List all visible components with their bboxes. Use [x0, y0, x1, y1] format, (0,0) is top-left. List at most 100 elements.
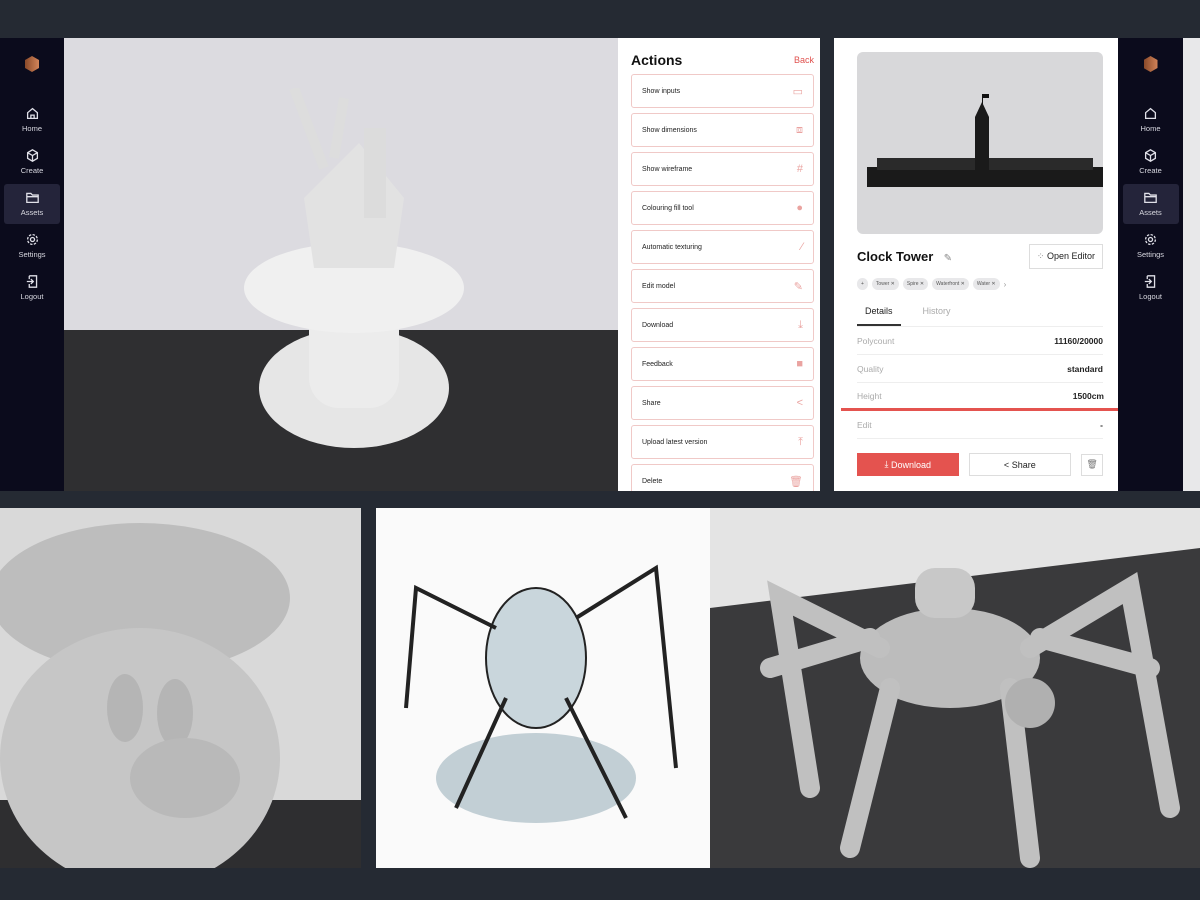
- nav-label: Create: [20, 166, 44, 175]
- action-show-wireframe[interactable]: Show wireframe #: [631, 152, 814, 186]
- pencil-icon: ✎: [793, 280, 803, 293]
- row-value: standard: [1067, 363, 1103, 374]
- dimensions-icon: ⧈: [796, 123, 803, 136]
- treehouse-model: [244, 88, 464, 448]
- download-icon: ⤓: [798, 318, 803, 331]
- action-share[interactable]: Share <: [631, 386, 814, 420]
- nav-label: Assets: [1139, 208, 1162, 217]
- share-icon: <: [796, 397, 803, 409]
- nav-label: Settings: [1136, 250, 1165, 259]
- logout-icon: [26, 275, 37, 288]
- share-button[interactable]: < Share: [968, 453, 1072, 476]
- sidebar-item-logout[interactable]: Logout: [4, 268, 60, 308]
- logo: [25, 56, 39, 72]
- details-table: Polycount 11160/20000 Quality standard Hei…: [841, 327, 1119, 439]
- action-label: Show dimensions: [642, 126, 697, 134]
- action-edit-model[interactable]: Edit model ✎: [631, 269, 814, 303]
- action-upload-latest-version[interactable]: Upload latest version ⤒: [631, 425, 814, 459]
- cube-icon: [26, 149, 38, 162]
- edit-title-icon[interactable]: ✎: [944, 253, 952, 264]
- sidebar-item-assets[interactable]: Assets: [1122, 184, 1179, 224]
- nav-label: Home: [1140, 124, 1161, 133]
- sidebar-item-logout[interactable]: Logout: [1123, 268, 1179, 308]
- sidebar-item-home[interactable]: Home: [1123, 100, 1179, 140]
- tab-details[interactable]: Details: [857, 302, 901, 326]
- share-icon: <: [1003, 459, 1012, 470]
- back-link[interactable]: Back: [794, 55, 814, 65]
- logout-icon: [1144, 275, 1156, 288]
- home-icon: [26, 107, 38, 120]
- sidebar-item-create[interactable]: Create: [4, 142, 60, 182]
- tag[interactable]: Waterfront ✕: [932, 278, 969, 290]
- tag-list: + Tower ✕ Spire ✕ Waterfront ✕ Water ✕ ›: [857, 278, 1103, 290]
- feedback-icon: ■: [796, 358, 803, 370]
- asset-thumbnail: [857, 52, 1103, 234]
- delete-button[interactable]: 🗑: [1081, 453, 1103, 476]
- actions-panel: Actions Back Show inputs ▭ Show dimensions ⧈…: [618, 38, 820, 491]
- clock-tower-image: [867, 94, 1103, 187]
- action-feedback[interactable]: Feedback ■: [631, 347, 814, 381]
- row-value: -: [1100, 419, 1103, 430]
- editor-icon: ⁘: [1036, 251, 1047, 261]
- asset-title: Clock Tower: [857, 248, 934, 264]
- nav-label: Logout: [1139, 292, 1162, 301]
- detail-row: Height 1500cm: [841, 383, 1119, 411]
- action-show-inputs[interactable]: Show inputs ▭: [631, 74, 814, 108]
- nav-label: Create: [1139, 166, 1162, 175]
- detail-row: Quality standard: [857, 355, 1103, 383]
- gear-icon: [26, 233, 38, 246]
- cube-icon: [1144, 149, 1157, 162]
- folder-icon: [1144, 192, 1157, 204]
- tag[interactable]: Spire ✕: [902, 278, 929, 290]
- action-show-dimensions[interactable]: Show dimensions ⧈: [631, 113, 814, 147]
- tag-label: Tower: [875, 281, 890, 287]
- action-automatic-texturing[interactable]: Automatic texturing ⁄: [631, 230, 814, 264]
- nav-label: Assets: [20, 208, 44, 217]
- sidebar-item-create[interactable]: Create: [1123, 142, 1179, 182]
- action-label: Show inputs: [642, 87, 681, 95]
- row-value: 11160/20000: [1054, 335, 1103, 346]
- tab-history[interactable]: History: [915, 302, 959, 326]
- action-label: Download: [642, 321, 674, 329]
- gear-icon: [1144, 233, 1157, 246]
- brush-icon: ⁄: [801, 241, 803, 253]
- tag-label: Spire: [906, 281, 919, 287]
- logo: [1143, 56, 1158, 72]
- sidebar-right: Home Create Assets Settings Logout: [1118, 38, 1183, 491]
- action-label: Feedback: [642, 360, 673, 368]
- add-tag-button[interactable]: +: [857, 278, 868, 290]
- action-label: Edit model: [642, 282, 676, 290]
- robot-sketch: [376, 508, 710, 868]
- sidebar-left: Home Create Assets Settings Logout: [0, 38, 64, 491]
- open-editor-button[interactable]: ⁘ Open Editor: [1028, 244, 1103, 269]
- open-editor-label: Open Editor: [1046, 251, 1095, 261]
- image-icon: ▭: [792, 85, 803, 98]
- nav-label: Settings: [18, 250, 46, 259]
- action-label: Share: [642, 399, 661, 407]
- row-key: Edit: [857, 419, 872, 430]
- sidebar-item-settings[interactable]: Settings: [4, 226, 60, 266]
- 3d-viewport[interactable]: [64, 38, 618, 491]
- trash-icon: 🗑: [789, 475, 803, 488]
- action-label: Delete: [642, 477, 663, 485]
- tag[interactable]: Tower ✕: [871, 278, 899, 290]
- action-delete[interactable]: Delete 🗑: [631, 464, 814, 491]
- row-key: Height: [857, 390, 882, 401]
- nav-label: Logout: [20, 292, 44, 301]
- action-colouring-fill-tool[interactable]: Colouring fill tool ●: [631, 191, 814, 225]
- tag[interactable]: Water ✕: [972, 278, 1000, 290]
- action-download[interactable]: Download ⤓: [631, 308, 814, 342]
- row-value: 1500cm: [1072, 390, 1104, 401]
- sidebar-item-home[interactable]: Home: [4, 100, 60, 140]
- upload-icon: ⤒: [798, 435, 803, 448]
- row-key: Polycount: [857, 335, 895, 346]
- share-label: Share: [1011, 459, 1036, 470]
- hash-icon: #: [796, 163, 803, 175]
- action-label: Colouring fill tool: [642, 204, 694, 212]
- chevron-right-icon[interactable]: ›: [1004, 280, 1007, 289]
- sidebar-item-assets[interactable]: Assets: [4, 184, 60, 224]
- download-button[interactable]: ⤓ Download: [857, 453, 959, 476]
- sidebar-item-settings[interactable]: Settings: [1123, 226, 1179, 266]
- tag-label: Water: [976, 281, 991, 287]
- palette-icon: ●: [796, 202, 803, 214]
